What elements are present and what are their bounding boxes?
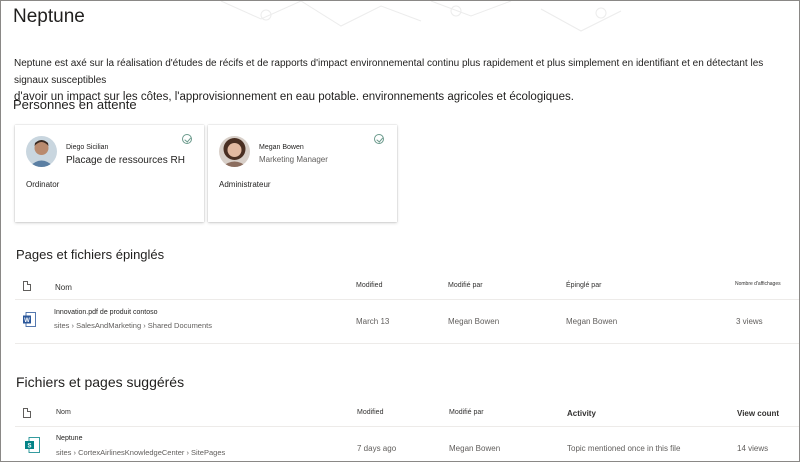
column-header-pinned-by[interactable]: Épinglé par [566, 282, 601, 289]
file-path: sites › CortexAirlinesKnowledgeCenter › … [56, 448, 226, 457]
column-header-modified-by[interactable]: Modifié par [449, 409, 484, 416]
person-avatar[interactable] [219, 136, 250, 167]
person-subtitle: Placage de ressources RH [66, 155, 185, 166]
pinned-table-header: Nom Modified Modifié par Épinglé par Nom… [15, 272, 799, 300]
checkmark-icon [182, 134, 192, 144]
person-name[interactable]: Diego Sicilian [66, 144, 108, 151]
view-count: 14 views [737, 444, 769, 453]
description-line-1: Neptune est axé sur la réalisation d'étu… [14, 58, 764, 86]
svg-text:W: W [24, 318, 30, 324]
suggested-table-header: Nom Modified Modifié par Activity View c… [15, 399, 799, 427]
word-doc-icon: W [23, 312, 36, 327]
column-header-modified-by[interactable]: Modifié par [448, 282, 483, 289]
avatar-diego-image [26, 136, 57, 167]
view-count: 3 views [736, 317, 763, 326]
sharepoint-page-icon: S [25, 437, 40, 453]
pinned-section-title: Pages et fichiers épinglés [16, 247, 165, 262]
table-row[interactable]: W Innovation.pdf de produit contoso site… [15, 300, 799, 344]
activity: Topic mentioned once in this file [567, 444, 681, 453]
person-name[interactable]: Megan Bowen [259, 144, 304, 151]
modified-by: Megan Bowen [449, 444, 501, 453]
person-avatar[interactable] [26, 136, 57, 167]
site-title: Neptune [13, 6, 85, 27]
pinned-by: Megan Bowen [566, 317, 618, 326]
column-header-view-count[interactable]: Nombre d'affichages [735, 281, 781, 287]
file-title[interactable]: Neptune [56, 435, 82, 442]
person-role: Ordinator [26, 180, 60, 189]
file-type-header-icon[interactable] [23, 408, 31, 418]
checkmark-icon [374, 134, 384, 144]
table-row[interactable]: S Neptune sites › CortexAirlinesKnowledg… [15, 427, 799, 462]
person-role: Administrateur [219, 180, 271, 189]
column-header-view-count[interactable]: View count [737, 409, 779, 418]
file-type-header-icon[interactable] [23, 281, 31, 291]
person-subtitle: Marketing Manager [259, 155, 328, 164]
column-header-name[interactable]: Nom [55, 283, 72, 292]
modified-by: Megan Bowen [448, 317, 500, 326]
column-header-modified[interactable]: Modified [357, 409, 383, 416]
suggested-section-title: Fichiers et pages suggérés [16, 374, 185, 390]
header-decoration [220, 1, 622, 32]
modified-date: 7 days ago [357, 444, 397, 453]
file-path: sites › SalesAndMarketing › Shared Docum… [54, 321, 212, 330]
svg-text:S: S [27, 444, 31, 450]
person-card[interactable]: Megan Bowen Marketing Manager Administra… [208, 125, 397, 222]
person-card[interactable]: Diego Sicilian Placage de ressources RH … [15, 125, 204, 222]
column-header-name[interactable]: Nom [56, 409, 71, 416]
avatar-megan-image [219, 136, 250, 167]
site-header: Neptune [1, 1, 799, 41]
column-header-activity[interactable]: Activity [567, 409, 596, 418]
file-title[interactable]: Innovation.pdf de produit contoso [54, 309, 158, 316]
people-section-title: Personnes en attente [13, 97, 137, 112]
column-header-modified[interactable]: Modified [356, 282, 382, 289]
modified-date: March 13 [356, 317, 390, 326]
